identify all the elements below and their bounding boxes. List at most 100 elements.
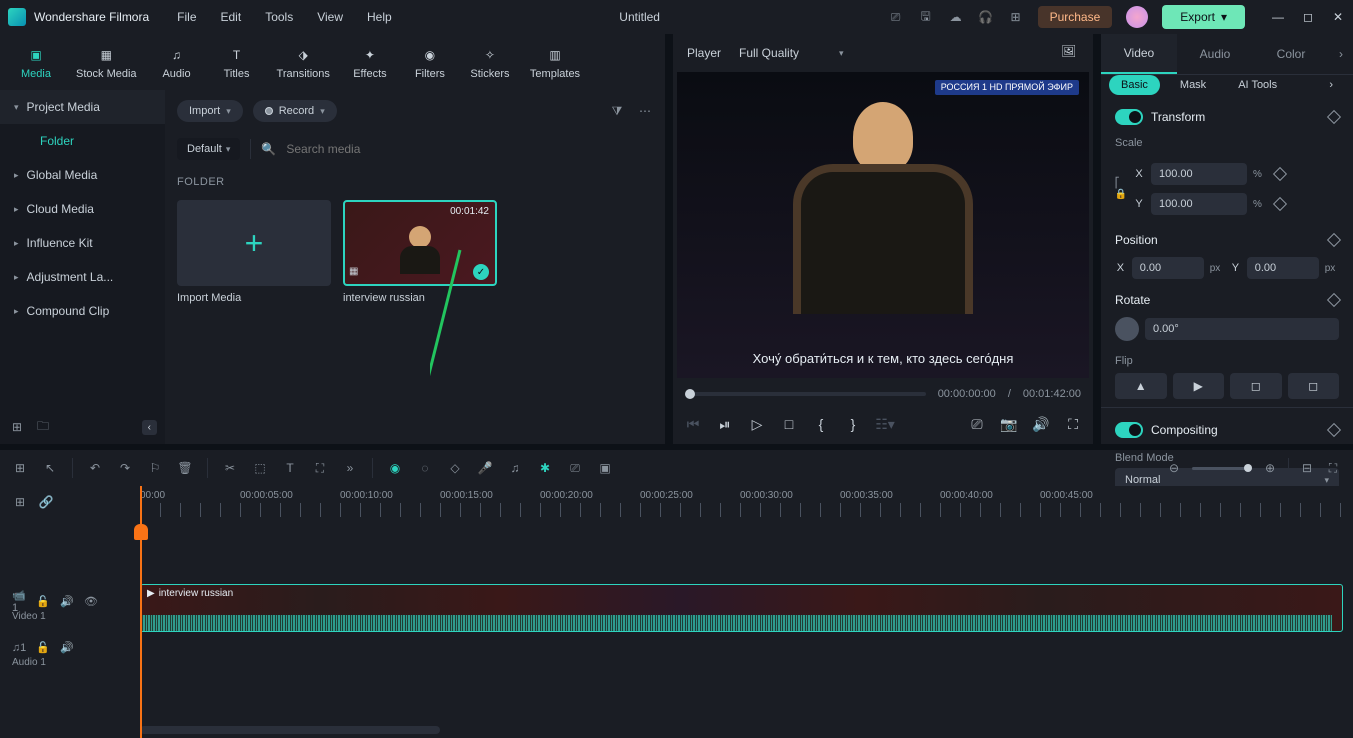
scrub-bar[interactable] — [685, 392, 926, 396]
filter-icon[interactable]: ⧩ — [609, 103, 625, 119]
collapse-sidebar[interactable]: ‹ — [142, 420, 157, 435]
tab-stock-media[interactable]: ▦Stock Media — [68, 41, 145, 84]
volume-icon[interactable]: 🔊 — [1033, 416, 1049, 432]
tab-effects[interactable]: ✦Effects — [342, 41, 398, 84]
video-preview[interactable]: РОССИЯ 1 HD ПРЯМОЙ ЭФИР Хочу́ обрати́тьс… — [677, 72, 1089, 378]
bug-icon[interactable]: ✱ — [537, 460, 553, 476]
tab-transitions[interactable]: ⬗Transitions — [269, 41, 338, 84]
menu-view[interactable]: View — [317, 10, 343, 24]
quality-dropdown[interactable]: Full Quality▾ — [739, 46, 844, 60]
import-media-tile[interactable]: + Import Media — [177, 200, 331, 304]
rotate-keyframe[interactable] — [1327, 293, 1341, 307]
export-button[interactable]: Export▾ — [1162, 5, 1245, 29]
tab-stickers[interactable]: ✧Stickers — [462, 41, 518, 84]
maximize-button[interactable]: ◻ — [1301, 10, 1315, 24]
subtab-more[interactable]: › — [1317, 75, 1345, 95]
timeline-scrollbar[interactable] — [140, 726, 440, 734]
scale-y-keyframe[interactable] — [1273, 197, 1287, 211]
expand-icon[interactable]: ⛶ — [312, 460, 328, 476]
display-opts-icon[interactable]: ☷▾ — [877, 416, 893, 432]
scale-y-input[interactable] — [1151, 193, 1247, 215]
fit-icon[interactable]: ⛶ — [1325, 460, 1341, 476]
sidebar-influence-kit[interactable]: ▸Influence Kit — [0, 226, 165, 260]
undo-icon[interactable]: ↶ — [87, 460, 103, 476]
close-button[interactable]: ✕ — [1331, 10, 1345, 24]
text-icon[interactable]: T — [282, 460, 298, 476]
lock-icon[interactable]: 🔓 — [36, 595, 50, 609]
scale-x-input[interactable] — [1151, 163, 1247, 185]
track-add-icon[interactable]: ⊞ — [12, 494, 28, 510]
camera-icon[interactable]: 📷 — [1001, 416, 1017, 432]
scale-x-keyframe[interactable] — [1273, 167, 1287, 181]
flip-v-button[interactable]: ▶ — [1173, 373, 1225, 399]
tab-templates[interactable]: ▥Templates — [522, 41, 588, 84]
audio-track-icon[interactable]: ♫1 — [12, 641, 26, 655]
subtab-basic[interactable]: Basic — [1109, 75, 1160, 95]
menu-help[interactable]: Help — [367, 10, 392, 24]
crop-icon[interactable]: ⬚ — [252, 460, 268, 476]
device-icon[interactable]: ⎚ — [888, 9, 904, 25]
image-icon[interactable]: ▣ — [597, 460, 613, 476]
mic-icon[interactable]: 🎤 — [477, 460, 493, 476]
prev-frame-icon[interactable]: ⏮ — [685, 416, 701, 432]
sidebar-cloud-media[interactable]: ▸Cloud Media — [0, 192, 165, 226]
play-pause-icon[interactable]: ⏯ — [717, 416, 733, 432]
rotate-cw-button[interactable]: ◻ — [1230, 373, 1282, 399]
prop-tab-video[interactable]: Video — [1101, 34, 1177, 74]
grid-icon[interactable]: ⊟ — [1299, 460, 1315, 476]
search-input[interactable] — [286, 142, 653, 156]
prop-tab-color[interactable]: Color — [1253, 35, 1329, 73]
record-button[interactable]: Record▾ — [253, 100, 337, 122]
minimize-button[interactable]: — — [1271, 10, 1285, 24]
marker-icon[interactable]: ⚐ — [147, 460, 163, 476]
link-icon[interactable]: ⎡🔒 — [1115, 177, 1127, 201]
subtab-ai-tools[interactable]: AI Tools — [1226, 75, 1289, 95]
tab-audio[interactable]: ♫Audio — [149, 41, 205, 84]
mute-icon[interactable]: 🔊 — [60, 595, 74, 609]
snapshot-icon[interactable]: 🖼 — [1061, 44, 1079, 62]
mark-in-icon[interactable]: { — [813, 416, 829, 432]
more-tools-icon[interactable]: » — [342, 460, 358, 476]
delete-icon[interactable]: 🗑 — [177, 460, 193, 476]
cursor-icon[interactable]: ↖ — [42, 460, 58, 476]
sidebar-project-media[interactable]: ▾Project Media — [0, 90, 165, 124]
cloud-icon[interactable]: ☁ — [948, 9, 964, 25]
position-keyframe[interactable] — [1327, 233, 1341, 247]
pos-x-input[interactable] — [1132, 257, 1204, 279]
play-icon[interactable]: ▷ — [749, 416, 765, 432]
tab-media[interactable]: ▣Media — [8, 41, 64, 84]
audio-lock-icon[interactable]: 🔓 — [36, 641, 50, 655]
sort-dropdown[interactable]: Default▾ — [177, 138, 240, 160]
playhead[interactable] — [140, 486, 142, 738]
music-icon[interactable]: ♫ — [507, 460, 523, 476]
folder-icon[interactable]: 🗀 — [34, 418, 52, 436]
pos-y-input[interactable] — [1247, 257, 1319, 279]
visibility-icon[interactable]: 👁 — [84, 595, 98, 609]
fullscreen-icon[interactable]: ⛶ — [1065, 416, 1081, 432]
transform-keyframe[interactable] — [1327, 110, 1341, 124]
apps-icon[interactable]: ⊞ — [1008, 9, 1024, 25]
video-track-icon[interactable]: 📹1 — [12, 595, 26, 609]
monitor-icon[interactable]: ⎚ — [969, 416, 985, 432]
sidebar-global-media[interactable]: ▸Global Media — [0, 158, 165, 192]
stop-icon[interactable]: □ — [781, 416, 797, 432]
rotate-input[interactable] — [1145, 318, 1339, 340]
save-icon[interactable]: 🖫 — [918, 9, 934, 25]
zoom-slider[interactable] — [1192, 467, 1252, 470]
layout-icon[interactable]: ⊞ — [12, 460, 28, 476]
rotate-ccw-button[interactable]: ◻ — [1288, 373, 1340, 399]
menu-tools[interactable]: Tools — [265, 10, 293, 24]
video-clip[interactable]: ▶interview russian — [140, 584, 1343, 632]
user-avatar[interactable] — [1126, 6, 1148, 28]
prop-tab-more[interactable]: › — [1329, 35, 1353, 73]
purchase-button[interactable]: Purchase — [1038, 6, 1113, 28]
split-icon[interactable]: ✂ — [222, 460, 238, 476]
shield-icon[interactable]: ◇ — [447, 460, 463, 476]
rotate-knob[interactable] — [1115, 317, 1139, 341]
audio-mute-icon[interactable]: 🔊 — [60, 641, 74, 655]
sidebar-adjustment-layer[interactable]: ▸Adjustment La... — [0, 260, 165, 294]
zoom-out-icon[interactable]: ⊖ — [1166, 460, 1182, 476]
compositing-keyframe[interactable] — [1327, 423, 1341, 437]
prop-tab-audio[interactable]: Audio — [1177, 35, 1253, 73]
media-clip-tile[interactable]: 00:01:42 ▦ ✓ interview russian — [343, 200, 497, 304]
